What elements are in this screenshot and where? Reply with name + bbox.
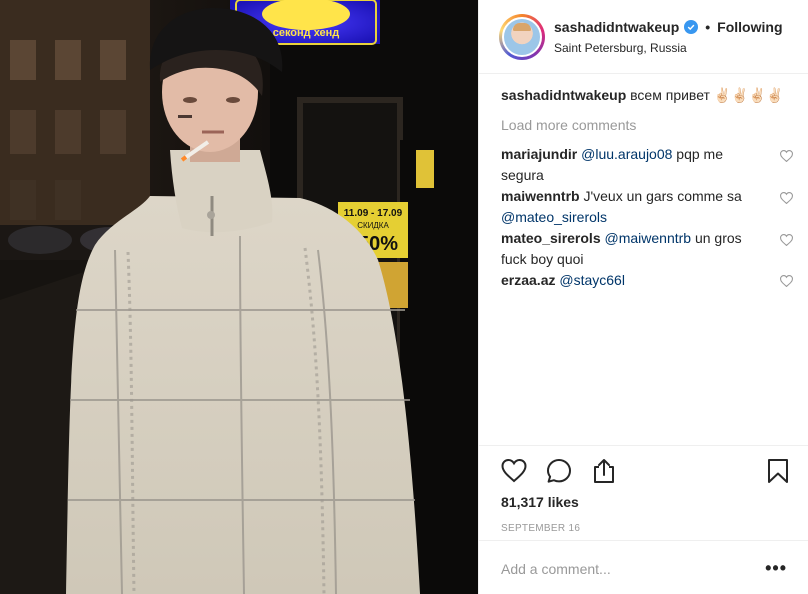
load-more-comments-button[interactable]: Load more comments: [501, 116, 791, 134]
heart-icon[interactable]: [780, 275, 793, 287]
comment-mention[interactable]: @mateo_sirerols: [501, 209, 607, 225]
comment-bubble-icon[interactable]: [546, 458, 572, 484]
instagram-post: секонд хенд 11.09 - 17.09 СКИДКА 50% sas…: [0, 0, 808, 594]
comment-mention[interactable]: @luu.araujo08: [581, 146, 672, 162]
heart-icon[interactable]: [780, 192, 793, 204]
add-comment-bar: •••: [479, 540, 808, 594]
comment-username[interactable]: mariajundir: [501, 146, 577, 162]
comment-username[interactable]: mateo_sirerols: [501, 230, 601, 246]
header-user-row: sashadidntwakeup • Following: [554, 19, 783, 35]
verified-badge-icon: [684, 20, 699, 34]
comment-item: maiwenntrb J'veux un gars comme sa @mate…: [501, 186, 793, 228]
caption-text: всем привет: [630, 87, 710, 103]
photo-illustration: секонд хенд 11.09 - 17.09 СКИДКА 50%: [0, 0, 478, 594]
separator-dot: •: [705, 19, 711, 35]
caption-emojis: ✌🏻✌🏻✌🏻✌🏻: [713, 87, 784, 103]
heart-icon[interactable]: [780, 150, 793, 162]
post-timestamp[interactable]: SEPTEMBER 16: [501, 523, 580, 534]
more-options-icon[interactable]: •••: [765, 558, 787, 579]
bookmark-icon[interactable]: [765, 458, 791, 484]
comment-username[interactable]: maiwenntrb: [501, 188, 580, 204]
avatar[interactable]: [502, 17, 542, 57]
following-button[interactable]: Following: [717, 19, 782, 35]
sign-text: секонд хенд: [273, 27, 340, 39]
username-link[interactable]: sashadidntwakeup: [554, 19, 679, 35]
post-header: sashadidntwakeup • Following Saint Peter…: [479, 0, 808, 74]
poster-discount-label: СКИДКА: [357, 221, 389, 230]
comment-item: mateo_sirerols @maiwenntrb un gros fuck …: [501, 228, 793, 270]
comment-item: erzaa.az @stayc66l: [501, 270, 793, 291]
action-bar: [479, 445, 808, 493]
story-ring[interactable]: [499, 14, 545, 60]
poster-dates: 11.09 - 17.09: [344, 208, 403, 219]
comments-section: sashadidntwakeup всем привет ✌🏻✌🏻✌🏻✌🏻 Lo…: [501, 86, 793, 291]
caption-username[interactable]: sashadidntwakeup: [501, 87, 626, 103]
comment-text: J'veux un gars comme sa: [583, 188, 742, 204]
location-link[interactable]: Saint Petersburg, Russia: [554, 41, 687, 55]
heart-icon[interactable]: [780, 234, 793, 246]
likes-count[interactable]: 81,317 likes: [501, 494, 579, 510]
comment-item: mariajundir @luu.araujo08 pqp me segura: [501, 144, 793, 186]
add-comment-input[interactable]: [501, 561, 751, 577]
comment-username[interactable]: erzaa.az: [501, 272, 555, 288]
comment-mention[interactable]: @maiwenntrb: [605, 230, 692, 246]
heart-icon[interactable]: [501, 458, 527, 484]
post-photo[interactable]: секонд хенд 11.09 - 17.09 СКИДКА 50%: [0, 0, 478, 594]
comment-mention[interactable]: @stayc66l: [559, 272, 625, 288]
caption: sashadidntwakeup всем привет ✌🏻✌🏻✌🏻✌🏻: [501, 86, 791, 104]
post-side-panel: sashadidntwakeup • Following Saint Peter…: [478, 0, 808, 594]
share-icon[interactable]: [591, 458, 617, 484]
